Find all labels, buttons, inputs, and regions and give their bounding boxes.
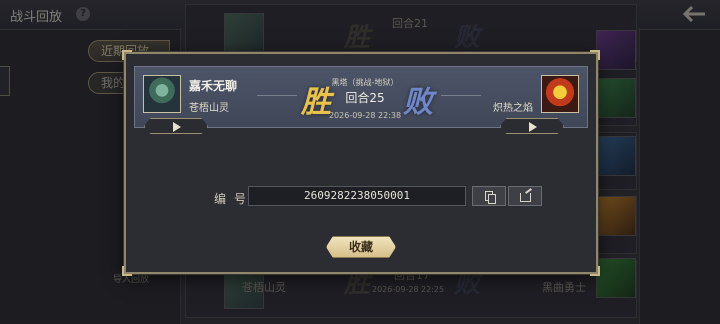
play-icon bbox=[529, 122, 537, 132]
collect-button[interactable]: 收藏 bbox=[326, 236, 396, 258]
share-button[interactable] bbox=[508, 186, 542, 206]
play-left-button[interactable] bbox=[144, 118, 208, 134]
left-player-name: 嘉禾无聊 bbox=[189, 79, 238, 93]
replay-detail-dialog: 嘉禾无聊 苍梧山灵 胜 黑塔（挑战-地狱） 回合25 2026-09-28 22… bbox=[122, 50, 600, 276]
play-right-button[interactable] bbox=[500, 118, 564, 134]
divider-line bbox=[441, 95, 481, 96]
left-hero-portrait bbox=[143, 75, 181, 113]
right-hero-portrait bbox=[541, 75, 579, 113]
share-icon bbox=[520, 193, 531, 202]
replay-id-field[interactable]: 2609282238050001 bbox=[248, 186, 466, 206]
frame-corner bbox=[122, 50, 132, 60]
round-label: 回合25 bbox=[345, 91, 385, 105]
lose-mark: 败 bbox=[403, 85, 433, 120]
win-mark: 胜 bbox=[301, 85, 331, 120]
play-icon bbox=[173, 122, 181, 132]
stage-label: 黑塔（挑战-地狱） bbox=[331, 78, 399, 87]
battle-date: 2026-09-28 22:38 bbox=[328, 111, 402, 120]
battle-info: 黑塔（挑战-地狱） 回合25 2026-09-28 22:38 bbox=[327, 67, 403, 129]
frame-corner bbox=[122, 266, 132, 276]
left-hero-name: 苍梧山灵 bbox=[189, 103, 229, 114]
right-hero-name: 炽热之焰 bbox=[493, 103, 533, 114]
frame-corner bbox=[590, 50, 600, 60]
divider-line bbox=[257, 95, 297, 96]
frame-corner bbox=[590, 266, 600, 276]
copy-id-button[interactable] bbox=[472, 186, 506, 206]
